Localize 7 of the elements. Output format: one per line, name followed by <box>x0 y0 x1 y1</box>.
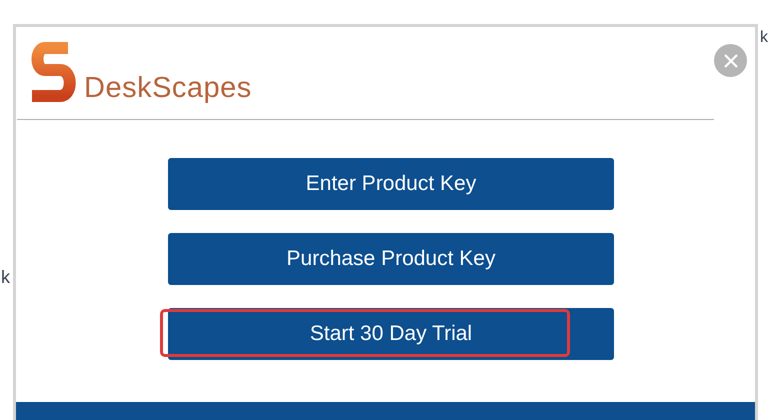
action-button[interactable]: Enter Product Key <box>168 158 614 210</box>
action-button[interactable]: Purchase Product Key <box>168 233 614 285</box>
close-button[interactable] <box>714 44 747 77</box>
close-icon <box>722 52 738 68</box>
background-text: k <box>1 268 10 286</box>
background-text: k <box>760 30 768 46</box>
logo-text: DeskScapes <box>84 74 252 103</box>
